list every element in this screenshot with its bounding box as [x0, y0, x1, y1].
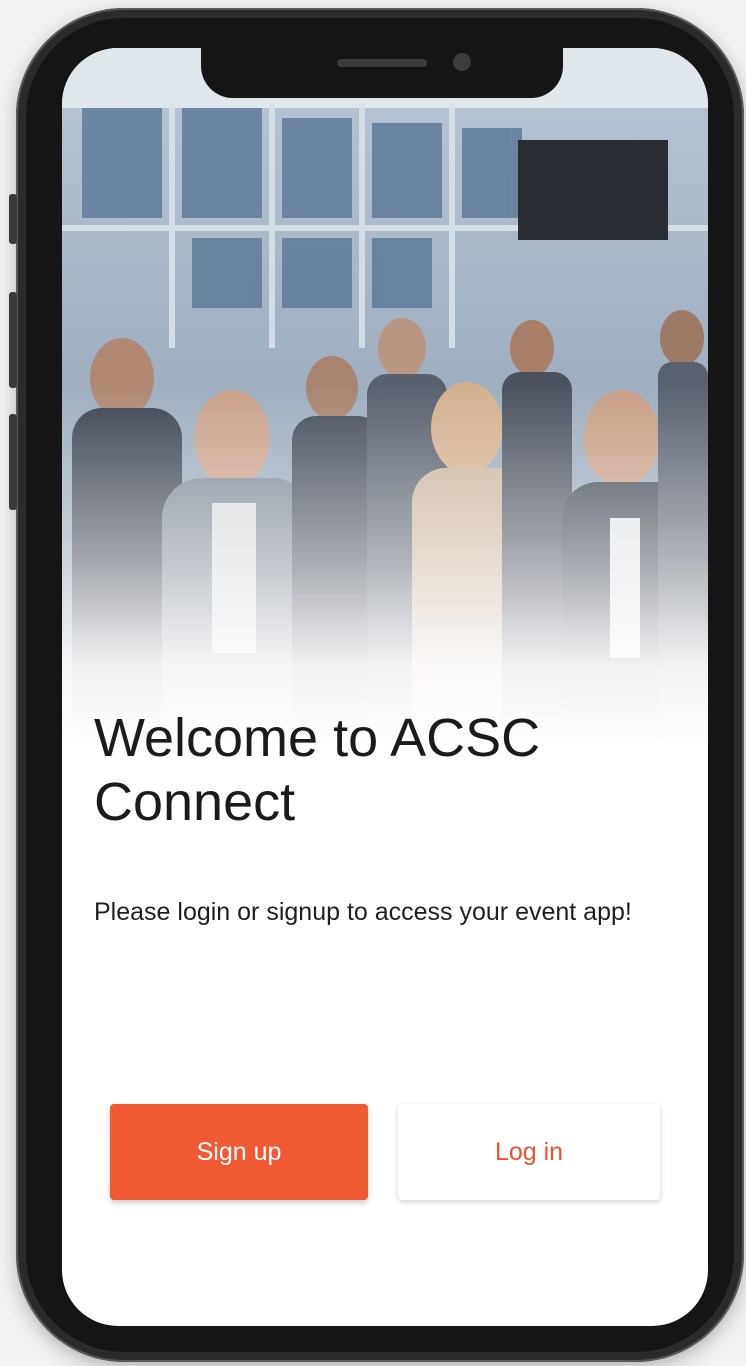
hero-fade-overlay	[62, 48, 708, 748]
volume-up-button	[9, 292, 17, 388]
app-screen: Welcome to ACSC Connect Please login or …	[62, 48, 708, 1326]
login-button[interactable]: Log in	[398, 1104, 660, 1200]
mute-switch	[9, 194, 17, 244]
front-camera-icon	[453, 53, 471, 71]
page: Welcome to ACSC Connect Please login or …	[0, 0, 746, 1366]
hero-photo	[62, 48, 708, 748]
signup-button[interactable]: Sign up	[110, 1104, 368, 1200]
page-subtitle: Please login or signup to access your ev…	[94, 898, 632, 926]
speaker-grille	[337, 59, 427, 67]
phone-notch	[201, 48, 563, 98]
page-title: Welcome to ACSC Connect	[94, 708, 541, 832]
volume-down-button	[9, 414, 17, 510]
